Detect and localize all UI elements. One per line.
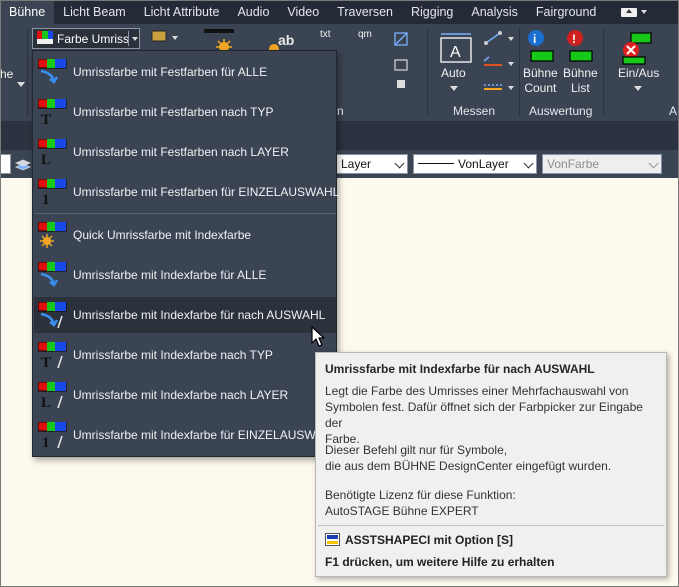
svg-text:ab: ab xyxy=(278,32,294,48)
tooltip-title: Umrissfarbe mit Indexfarbe für nach AUSW… xyxy=(325,362,595,376)
chevron-down-icon[interactable] xyxy=(634,86,642,92)
menu-item-festfarben-einzelauswahl[interactable]: 1 Umrissfarbe mit Festfarben für EINZELA… xyxy=(34,174,339,210)
menu-item-festfarben-typ[interactable]: T Umrissfarbe mit Festfarben nach TYP xyxy=(34,94,336,130)
tooltip-description: Legt die Farbe des Umrisses einer Mehrfa… xyxy=(325,384,643,446)
measure-tools-icon[interactable] xyxy=(481,29,517,97)
tab-video[interactable]: Video xyxy=(278,0,328,24)
panel-label-partial-n: n xyxy=(337,104,344,118)
tab-buehne[interactable]: Bühne xyxy=(0,0,55,24)
selection-icon xyxy=(38,302,67,328)
tab-traversen[interactable]: Traversen xyxy=(328,0,402,24)
svg-text:A: A xyxy=(450,44,461,61)
panel-label-partial-a: A xyxy=(669,104,678,118)
linetype-combo[interactable]: VonLayer xyxy=(413,154,537,174)
svg-text:!: ! xyxy=(572,32,576,46)
tooltip-help-hint: F1 drücken, um weitere Hilfe zu erhalten xyxy=(325,555,555,569)
sun-icon xyxy=(38,222,67,248)
command-tooltip: Umrissfarbe mit Indexfarbe für nach AUSW… xyxy=(315,352,667,577)
ribbon-tab-bar: Bühne Licht Beam Licht Attribute Audio V… xyxy=(0,0,679,24)
tab-fairground[interactable]: Fairground xyxy=(527,0,605,24)
ribbon-minimize-control[interactable] xyxy=(621,0,648,24)
ribbon-left-partial-label[interactable]: he xyxy=(0,67,13,82)
mouse-cursor-icon xyxy=(311,326,325,347)
svg-text:1: 1 xyxy=(42,435,50,448)
tab-audio[interactable]: Audio xyxy=(228,0,278,24)
svg-text:L: L xyxy=(41,395,51,408)
tab-licht-beam[interactable]: Licht Beam xyxy=(54,0,135,24)
layer-stack-icon[interactable] xyxy=(14,155,32,172)
panel-label-auswertung: Auswertung xyxy=(529,104,593,118)
tooltip-note: Dieser Befehl gilt nur für Symbole, die … xyxy=(325,443,612,473)
chevron-down-icon[interactable] xyxy=(17,82,25,88)
tab-analysis[interactable]: Analysis xyxy=(462,0,527,24)
outline-color-icon xyxy=(37,31,53,44)
menu-item-festfarben-layer[interactable]: L Umrissfarbe mit Festfarben nach LAYER xyxy=(34,134,336,170)
layer-combo[interactable]: Layer xyxy=(336,154,408,174)
measure-auto-label[interactable]: Auto xyxy=(441,66,466,81)
layer-icon: L xyxy=(38,139,67,165)
outline-color-menu: Umrissfarbe mit Festfarben für ALLE T Um… xyxy=(32,50,339,457)
single-icon: 1 xyxy=(38,422,67,448)
command-line-icon xyxy=(325,533,340,546)
svg-text:i: i xyxy=(533,32,536,46)
single-icon: 1 xyxy=(38,179,67,205)
tooltip-command: ASSTSHAPECI mit Option [S] xyxy=(345,533,513,547)
svg-text:1: 1 xyxy=(42,192,50,205)
svg-text:L: L xyxy=(41,152,51,165)
svg-text:T: T xyxy=(41,355,51,368)
menu-item-indexfarbe-layer[interactable]: L Umrissfarbe mit Indexfarbe nach LAYER xyxy=(34,377,336,413)
toggle-on-off-icon[interactable] xyxy=(617,30,657,68)
chevron-down-icon xyxy=(641,10,648,14)
dimension-tools-icon[interactable] xyxy=(392,30,412,96)
menu-item-indexfarbe-auswahl[interactable]: Umrissfarbe mit Indexfarbe für nach AUSW… xyxy=(34,297,336,333)
menu-item-indexfarbe-einzelauswahl[interactable]: 1 Umrissfarbe mit Indexfarbe für EINZELA… xyxy=(34,417,339,453)
txt-label[interactable]: txt xyxy=(320,27,331,42)
tab-licht-attribute[interactable]: Licht Attribute xyxy=(135,0,229,24)
layer-icon: L xyxy=(38,382,67,408)
qm-label[interactable]: qm xyxy=(358,27,372,42)
color-combo[interactable]: VonFarbe xyxy=(542,154,662,174)
farbe-umriss-label: Farbe Umriss xyxy=(57,32,130,46)
property-combo-partial[interactable] xyxy=(0,154,11,174)
minimize-panels-icon xyxy=(621,7,638,17)
buehne-list-label[interactable]: Bühne List xyxy=(563,66,598,96)
type-icon: T xyxy=(38,342,67,368)
fill-color-icon[interactable] xyxy=(150,29,178,45)
buehne-count-label[interactable]: Bühne Count xyxy=(523,66,558,96)
menu-item-festfarben-alle[interactable]: Umrissfarbe mit Festfarben für ALLE xyxy=(34,54,336,90)
chevron-down-icon[interactable] xyxy=(132,37,138,41)
tab-rigging[interactable]: Rigging xyxy=(402,0,462,24)
arrow-all-icon xyxy=(38,262,67,287)
chevron-down-icon[interactable] xyxy=(450,86,458,92)
menu-item-indexfarbe-alle[interactable]: Umrissfarbe mit Indexfarbe für ALLE xyxy=(34,257,336,293)
toggle-on-off-label[interactable]: Ein/Aus xyxy=(618,66,659,81)
buehne-list-icon[interactable]: ! xyxy=(562,29,598,67)
farbe-umriss-split-button[interactable]: Farbe Umriss xyxy=(32,28,140,49)
arrow-all-icon xyxy=(38,59,67,84)
svg-text:T: T xyxy=(41,112,51,125)
panel-label-messen: Messen xyxy=(453,104,496,118)
measure-auto-icon[interactable]: A xyxy=(438,32,476,70)
tooltip-license: Benötigte Lizenz für diese Funktion: Aut… xyxy=(325,488,516,518)
type-icon: T xyxy=(38,99,67,125)
menu-item-indexfarbe-typ[interactable]: T Umrissfarbe mit Indexfarbe nach TYP xyxy=(34,337,336,373)
menu-item-quick-indexfarbe[interactable]: Quick Umrissfarbe mit Indexfarbe xyxy=(34,217,336,253)
buehne-count-icon[interactable]: i xyxy=(523,29,559,67)
